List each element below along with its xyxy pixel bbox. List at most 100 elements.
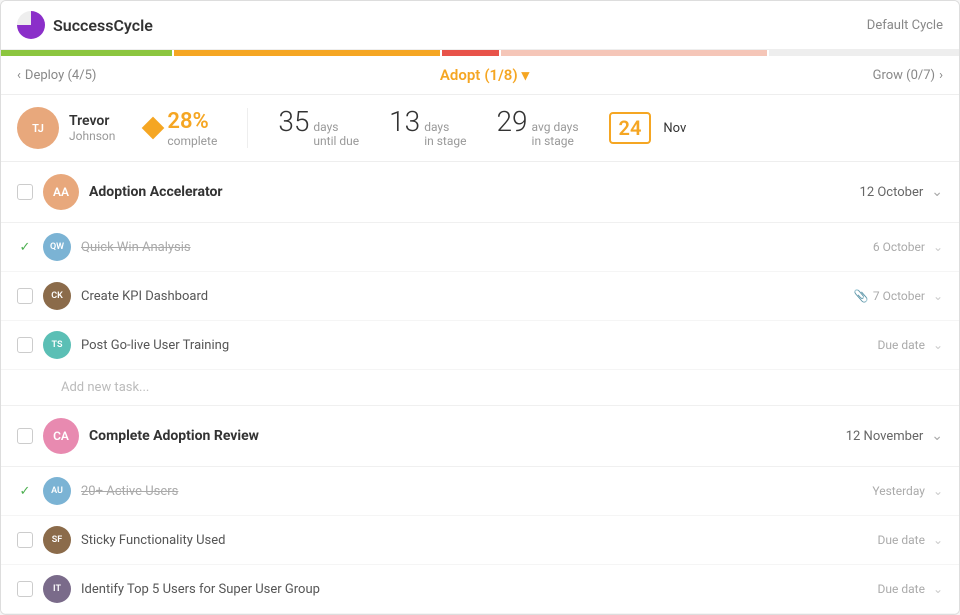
stage-next[interactable]: Grow (0/7) › xyxy=(873,68,943,83)
task-row-0-0[interactable]: ✓ QW Quick Win Analysis 6 October ⌄ xyxy=(1,223,959,272)
playbook-avatar: CA xyxy=(43,418,79,454)
complete-block: 28% complete xyxy=(167,109,217,148)
playbook-row-1[interactable]: CA Complete Adoption Review 12 November … xyxy=(1,406,959,467)
progress-segment xyxy=(769,50,959,56)
task-row-1-0[interactable]: ✓ AU 20+ Active Users Yesterday ⌄ xyxy=(1,467,959,516)
task-check-area[interactable] xyxy=(17,337,33,353)
playbook-date: 12 November xyxy=(846,429,924,444)
task-checkbox[interactable] xyxy=(17,581,33,597)
days-in-stage-number: 13 xyxy=(389,108,420,136)
task-name: Identify Top 5 Users for Super User Grou… xyxy=(81,582,878,597)
task-avatar: TS xyxy=(43,331,71,359)
top-header: SuccessCycle Default Cycle xyxy=(1,1,959,50)
task-name: Post Go-live User Training xyxy=(81,338,878,353)
days-until-due-sub: until due xyxy=(313,134,359,148)
user-sub: Johnson xyxy=(69,129,115,143)
task-check-area[interactable]: ✓ xyxy=(17,240,33,255)
progress-segment xyxy=(1,50,172,56)
user-name-block: Trevor Johnson xyxy=(69,113,115,143)
days-in-stage-sub: in stage xyxy=(424,134,466,148)
stage-prev-label: Deploy (4/5) xyxy=(25,68,97,83)
playbook-title: Adoption Accelerator xyxy=(89,184,860,200)
date-badge-num: 24 xyxy=(619,118,642,138)
diamond-icon xyxy=(142,117,165,140)
stage-nav: ‹ Deploy (4/5) Adopt (1/8) ▾ Grow (0/7) … xyxy=(1,56,959,95)
stage-current-label: Adopt xyxy=(440,66,480,84)
task-check-area[interactable] xyxy=(17,581,33,597)
task-date: Due date xyxy=(878,533,925,547)
task-expand-icon[interactable]: ⌄ xyxy=(933,338,943,352)
chevron-right-icon: › xyxy=(939,68,943,83)
days-in-stage-label: days xyxy=(424,120,466,134)
days-until-due-label-block: days until due xyxy=(313,120,359,148)
expand-icon[interactable]: ⌄ xyxy=(931,184,943,200)
task-name: 20+ Active Users xyxy=(81,484,872,499)
task-row-0-1[interactable]: CK Create KPI Dashboard 📎 7 October ⌄ xyxy=(1,272,959,321)
attachment-icon: 📎 xyxy=(854,289,869,303)
task-checkbox[interactable] xyxy=(17,337,33,353)
stats-row: TJ Trevor Johnson 28% complete 35 days u… xyxy=(1,95,959,162)
stage-current[interactable]: Adopt (1/8) ▾ xyxy=(440,66,529,84)
task-check-area[interactable]: ✓ xyxy=(17,484,33,499)
stage-prev[interactable]: ‹ Deploy (4/5) xyxy=(17,68,96,83)
days-until-due: 35 days until due xyxy=(278,108,359,148)
task-avatar: IT xyxy=(43,575,71,603)
avatar: TJ xyxy=(17,107,59,149)
complete-indicator: 28% complete xyxy=(145,109,217,148)
task-date: 6 October xyxy=(873,240,925,254)
task-expand-icon[interactable]: ⌄ xyxy=(933,533,943,547)
task-row-0-2[interactable]: TS Post Go-live User Training Due date ⌄ xyxy=(1,321,959,370)
logo-text: SuccessCycle xyxy=(53,16,153,35)
avg-days-label-block: avg days in stage xyxy=(532,120,579,148)
task-row-1-2[interactable]: IT Identify Top 5 Users for Super User G… xyxy=(1,565,959,614)
add-task-row-0[interactable]: Add new task... xyxy=(1,370,959,406)
progress-bar xyxy=(1,50,959,56)
checkmark-icon: ✓ xyxy=(20,240,31,255)
playbook-row-0[interactable]: AA Adoption Accelerator 12 October ⌄ xyxy=(1,162,959,223)
task-expand-icon[interactable]: ⌄ xyxy=(933,240,943,254)
days-until-due-label: days xyxy=(313,120,359,134)
divider1 xyxy=(247,108,248,148)
playbook-checkbox[interactable] xyxy=(17,184,33,200)
avg-days: 29 avg days in stage xyxy=(496,108,578,148)
task-avatar: QW xyxy=(43,233,71,261)
logo-area: SuccessCycle xyxy=(17,11,153,39)
task-avatar: SF xyxy=(43,526,71,554)
app-container: SuccessCycle Default Cycle ‹ Deploy (4/5… xyxy=(0,0,960,615)
user-info: TJ Trevor Johnson xyxy=(17,107,115,149)
expand-icon[interactable]: ⌄ xyxy=(931,428,943,444)
task-row-1-1[interactable]: SF Sticky Functionality Used Due date ⌄ xyxy=(1,516,959,565)
task-expand-icon[interactable]: ⌄ xyxy=(933,582,943,596)
task-date: Due date xyxy=(878,338,925,352)
playbook-checkbox[interactable] xyxy=(17,428,33,444)
task-check-area[interactable] xyxy=(17,532,33,548)
date-badge: 24 xyxy=(609,112,652,144)
main-content: AA Adoption Accelerator 12 October ⌄ ✓ Q… xyxy=(1,162,959,614)
task-name: Quick Win Analysis xyxy=(81,240,873,255)
complete-label: complete xyxy=(167,134,217,148)
task-checkbox[interactable] xyxy=(17,532,33,548)
task-name: Sticky Functionality Used xyxy=(81,533,878,548)
chevron-down-icon: ▾ xyxy=(522,66,530,84)
avg-days-sub: in stage xyxy=(532,134,579,148)
playbook-title: Complete Adoption Review xyxy=(89,428,846,444)
task-expand-icon[interactable]: ⌄ xyxy=(933,289,943,303)
task-date: Yesterday xyxy=(872,484,925,498)
task-date: Due date xyxy=(878,582,925,596)
playbook-avatar: AA xyxy=(43,174,79,210)
stage-current-sub: (1/8) xyxy=(484,66,517,84)
task-date: 7 October xyxy=(873,289,925,303)
task-check-area[interactable] xyxy=(17,288,33,304)
date-badge-wrap: 24 Nov xyxy=(609,112,687,144)
playbook-date: 12 October xyxy=(860,185,924,200)
user-name: Trevor xyxy=(69,113,115,129)
task-checkbox[interactable] xyxy=(17,288,33,304)
stage-next-label: Grow (0/7) xyxy=(873,68,936,83)
avg-days-label: avg days xyxy=(532,120,579,134)
task-expand-icon[interactable]: ⌄ xyxy=(933,484,943,498)
progress-segment xyxy=(501,50,767,56)
complete-pct: 28% xyxy=(167,109,208,134)
days-in-stage-label-block: days in stage xyxy=(424,120,466,148)
task-name: Create KPI Dashboard xyxy=(81,289,854,304)
checkmark-icon: ✓ xyxy=(20,484,31,499)
